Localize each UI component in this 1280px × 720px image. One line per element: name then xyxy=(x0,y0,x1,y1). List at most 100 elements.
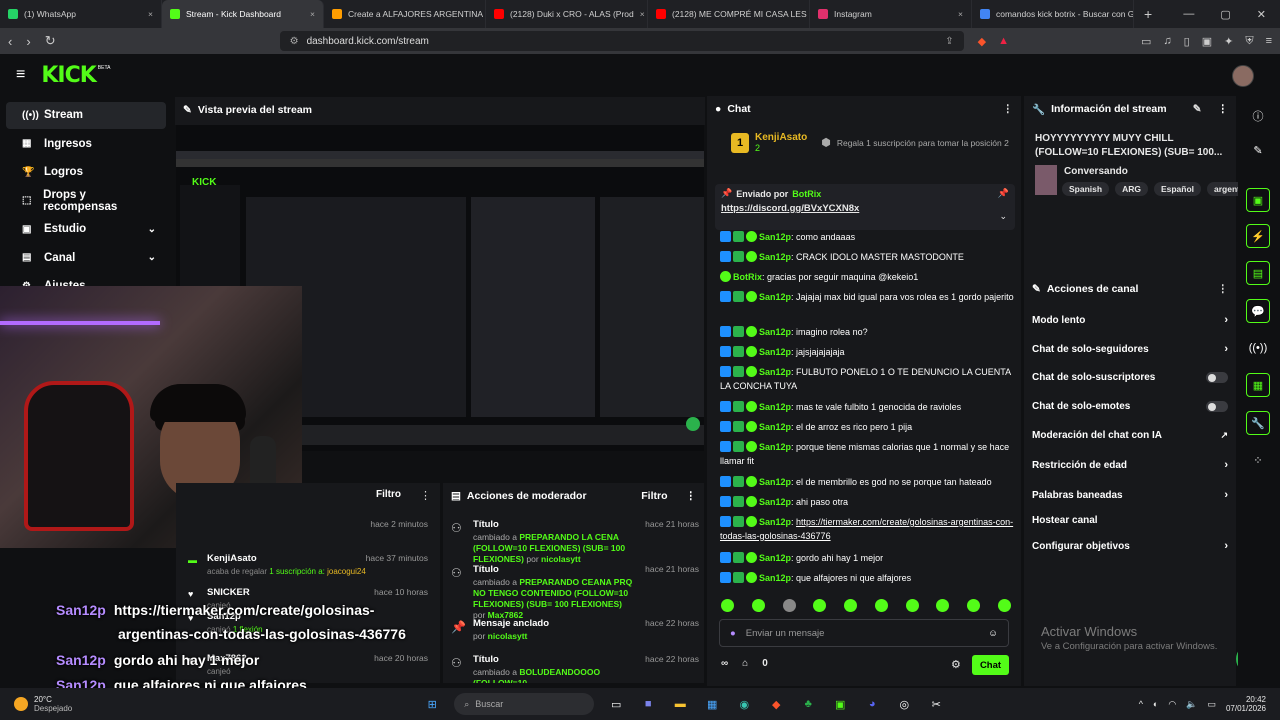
toggle-switch[interactable] xyxy=(1206,401,1228,412)
feed-filter-button[interactable]: Filtro xyxy=(376,489,401,500)
emote-9[interactable] xyxy=(967,599,981,612)
discord-icon[interactable]: ◕ xyxy=(862,694,882,714)
emote-7[interactable] xyxy=(905,599,919,612)
obs-icon[interactable]: ◎ xyxy=(894,694,914,714)
mic-icon[interactable]: ● xyxy=(730,628,736,639)
edge-icon[interactable]: ◉ xyxy=(734,694,754,714)
wallet-icon[interactable]: ▣ xyxy=(1202,35,1212,48)
reload-icon[interactable]: ↻ xyxy=(45,33,56,49)
tray-app-icon[interactable]: ◐ xyxy=(1153,699,1158,709)
capcut-icon[interactable]: ✂ xyxy=(926,694,946,714)
pinned-message[interactable]: 📌 Enviado por BotRix 📌 https://discord.g… xyxy=(715,184,1015,230)
pinned-link[interactable]: https://discord.gg/BVxYCXN8x xyxy=(721,203,1009,214)
emote-8[interactable] xyxy=(936,599,950,612)
brave-shield-icon[interactable]: ◆ xyxy=(978,35,986,48)
chat-username[interactable]: San12p xyxy=(759,497,791,507)
tray-chevron-icon[interactable]: ^ xyxy=(1139,699,1143,709)
chat-username[interactable]: San12p xyxy=(759,517,791,527)
channel-actions-more-icon[interactable]: ⋮ xyxy=(1218,283,1229,295)
leo-icon[interactable]: ✦ xyxy=(1224,35,1233,48)
emote-6[interactable] xyxy=(874,599,888,612)
teams-icon[interactable]: ■ xyxy=(638,694,658,714)
chat-username[interactable]: San12p xyxy=(759,402,791,412)
music-icon[interactable]: ♫ xyxy=(1163,35,1171,48)
kick-logo[interactable]: KICK xyxy=(41,63,96,88)
minimize-icon[interactable]: — xyxy=(1183,8,1194,21)
apps-icon[interactable]: ⁘ xyxy=(1246,448,1270,472)
chat-username[interactable]: San12p xyxy=(759,553,791,563)
lightning-icon[interactable]: ⚡ xyxy=(1246,224,1270,248)
sidebar-item-drops[interactable]: ⬚ Drops y recompensas xyxy=(6,188,166,215)
emote-4[interactable] xyxy=(813,599,827,612)
edit-stream-info-icon[interactable]: ✎ xyxy=(1193,103,1202,115)
back-icon[interactable]: ‹ xyxy=(8,34,12,49)
emote-3[interactable] xyxy=(782,599,796,612)
forward-icon[interactable]: › xyxy=(26,34,30,49)
sidebar-toggle-icon[interactable]: ▭ xyxy=(1141,35,1151,48)
chat-username[interactable]: San12p xyxy=(759,573,791,583)
vpn-icon[interactable]: ⛨ xyxy=(1245,35,1253,48)
feed-more-icon[interactable]: ⋮ xyxy=(420,489,431,502)
channel-action-palabras-baneadas[interactable]: Palabras baneadas › xyxy=(1032,489,1228,501)
start-icon[interactable]: ⊞ xyxy=(422,694,442,714)
sidebar-item-canal[interactable]: ▤ Canal ⌄ xyxy=(6,245,166,272)
task-view-icon[interactable]: ▭ xyxy=(606,694,626,714)
chat-username[interactable]: San12p xyxy=(759,292,791,302)
menu-icon[interactable]: ≡ xyxy=(1266,35,1272,48)
top-gifter[interactable]: 1 KenjiAsato 2 ⬢ Regala 1 suscripción pa… xyxy=(731,132,1009,153)
mod-filter-button[interactable]: Filtro xyxy=(641,490,667,502)
tab-close-icon[interactable]: × xyxy=(640,9,645,19)
chat-username[interactable]: San12p xyxy=(759,422,791,432)
channel-action-chat-de-solo-seguidores[interactable]: Chat de solo-seguidores › xyxy=(1032,343,1228,355)
channel-action-chat-de-solo-emotes[interactable]: Chat de solo-emotes xyxy=(1032,401,1228,412)
channel-action-modo-lento[interactable]: Modo lento › xyxy=(1032,314,1228,326)
browser-tab[interactable]: comandos kick botrix - Buscar con G× xyxy=(972,0,1134,28)
brave-icon[interactable]: ◆ xyxy=(766,694,786,714)
points-store-icon[interactable]: ⌂ xyxy=(742,658,748,669)
taskbar-search[interactable]: ⌕ Buscar xyxy=(454,693,595,715)
emote-2[interactable] xyxy=(751,599,765,612)
chat-username[interactable]: BotRix xyxy=(733,272,762,282)
close-window-icon[interactable]: ✕ xyxy=(1257,8,1266,21)
browser-tab[interactable]: Stream - Kick Dashboard × xyxy=(162,0,324,28)
emote-5[interactable] xyxy=(844,599,858,612)
tab-close-icon[interactable]: × xyxy=(958,9,963,19)
volume-icon[interactable]: 🔈 xyxy=(1186,699,1197,710)
channel-action-moderaci-n-del-chat-con-ia[interactable]: Moderación del chat con IA ↗ xyxy=(1032,430,1228,441)
chat-more-icon[interactable]: ⋮ xyxy=(1003,103,1014,115)
points-icon[interactable]: ∞ xyxy=(721,658,728,669)
stream-tag[interactable]: ARG xyxy=(1115,182,1148,196)
stream-tag[interactable]: Español xyxy=(1153,182,1202,196)
tab-close-icon[interactable]: × xyxy=(310,9,315,19)
stream-info-more-icon[interactable]: ⋮ xyxy=(1218,103,1229,115)
browser-tab[interactable]: (2128) ME COMPRÉ MI CASA LES M× xyxy=(648,0,810,28)
chat-username[interactable]: San12p xyxy=(759,252,791,262)
sidebar-item-ingresos[interactable]: ▦ Ingresos xyxy=(6,131,166,158)
stream-tag[interactable]: Spanish xyxy=(1062,182,1110,196)
chat-username[interactable]: San12p xyxy=(759,442,791,452)
chat-username[interactable]: San12p xyxy=(759,477,791,487)
tools-icon[interactable]: 🔧 xyxy=(1246,411,1270,435)
layout-icon[interactable]: ▦ xyxy=(1246,373,1270,397)
explorer-icon[interactable]: ▬ xyxy=(670,694,690,714)
sidebar-item-logros[interactable]: 🏆 Logros xyxy=(6,159,166,186)
app-green-icon[interactable]: ♣ xyxy=(798,694,818,714)
unpin-icon[interactable]: 📌 xyxy=(998,188,1009,199)
sidebar-item-stream[interactable]: ((•)) Stream xyxy=(6,102,166,129)
channel-action-hostear-canal[interactable]: Hostear canal xyxy=(1032,515,1228,526)
new-tab-button[interactable]: + xyxy=(1134,6,1162,22)
browser-tab[interactable]: Instagram × xyxy=(810,0,972,28)
browser-tab[interactable]: (1) WhatsApp × xyxy=(0,0,162,28)
hamburger-menu-icon[interactable]: ≡ xyxy=(16,66,25,84)
clock[interactable]: 20:42 07/01/2026 xyxy=(1226,695,1266,713)
emote-10[interactable] xyxy=(997,599,1011,612)
edit-icon[interactable]: ✎ xyxy=(1246,138,1270,162)
rewards-icon[interactable]: ▲ xyxy=(998,35,1009,48)
browser-tab[interactable]: Create a ALFAJORES ARGENTINA Tie× xyxy=(324,0,486,28)
chat-username[interactable]: San12p xyxy=(759,367,791,377)
user-avatar[interactable] xyxy=(1232,65,1254,87)
category-name[interactable]: Conversando xyxy=(1064,166,1128,177)
share-icon[interactable]: ⇪ xyxy=(945,36,953,47)
chat-settings-icon[interactable]: ⚙ xyxy=(951,658,961,671)
mod-more-icon[interactable]: ⋮ xyxy=(686,490,697,502)
